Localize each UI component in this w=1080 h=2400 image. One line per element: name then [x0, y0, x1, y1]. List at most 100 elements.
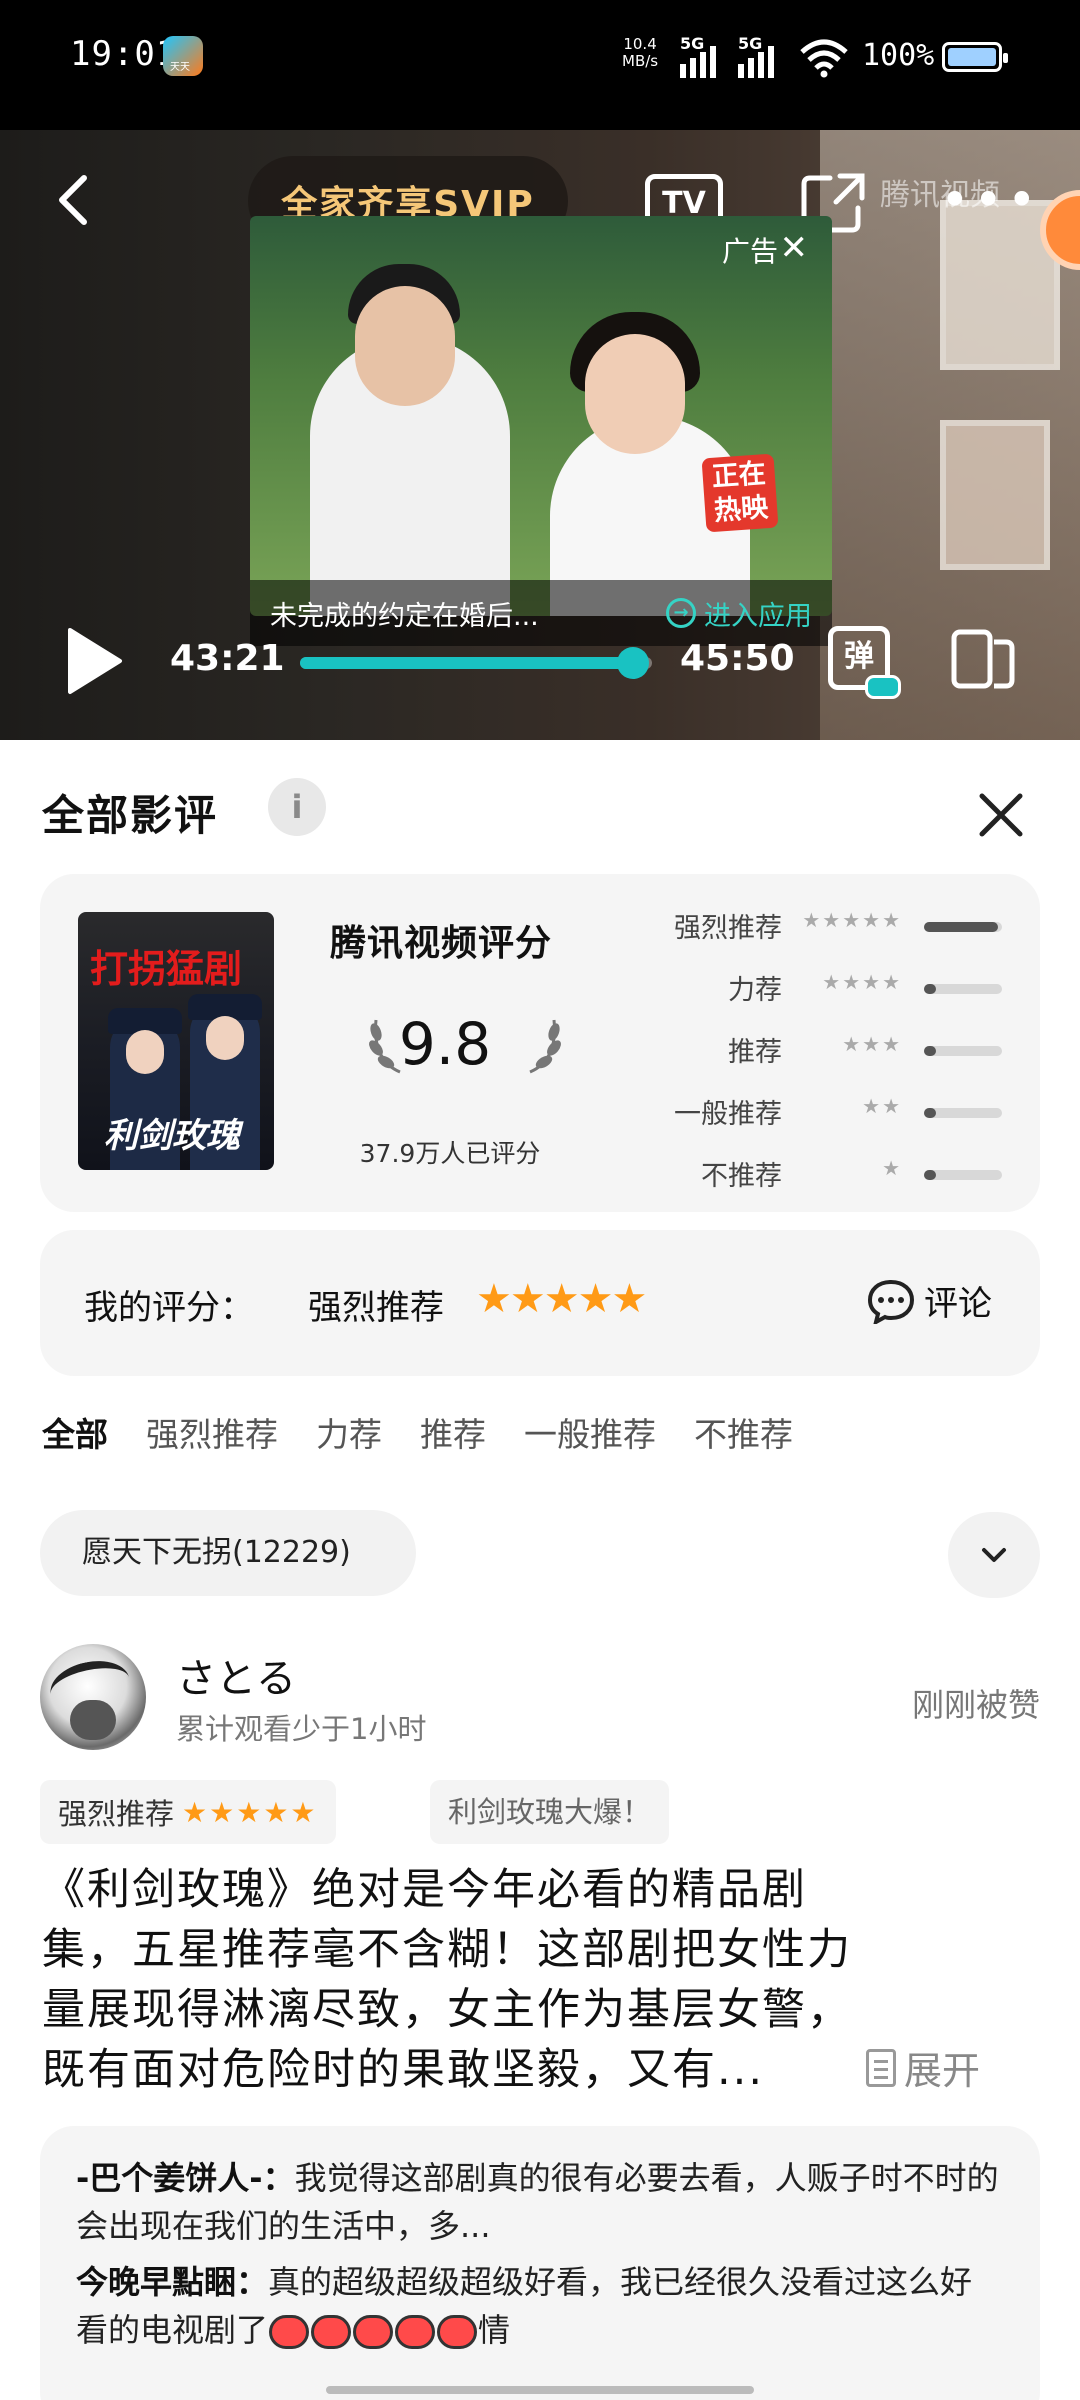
filter-tab-recommended[interactable]: 推荐: [420, 1408, 486, 1456]
emoji-icon: [353, 2315, 394, 2349]
distribution-bar: [924, 1170, 1002, 1180]
review-rating-stars: ★★★★★: [182, 1795, 318, 1829]
distribution-bar-fill: [924, 922, 999, 932]
show-poster[interactable]: 打拐猛剧 利剑玫瑰: [78, 912, 274, 1170]
review-liked-status: 刚刚被赞: [911, 1686, 1040, 1724]
distribution-stars: ★: [882, 1156, 902, 1180]
emoji-icon: [269, 2315, 310, 2349]
filter-tab-average[interactable]: 一般推荐: [524, 1408, 656, 1456]
laurel-right-icon: [529, 1019, 561, 1074]
emoji-icon: [437, 2315, 478, 2349]
distribution-label: 不推荐: [701, 1161, 782, 1192]
home-indicator[interactable]: [326, 2386, 754, 2394]
emoji-icon: [311, 2315, 352, 2349]
distribution-label: 力荐: [728, 975, 782, 1006]
status-time: 19:01: [70, 34, 178, 74]
progress-bar[interactable]: [300, 647, 652, 679]
danmaku-toggle[interactable]: 弹: [828, 626, 901, 699]
ad-label: 广告: [721, 235, 778, 268]
app-notification-badge: 天天: [170, 62, 190, 73]
filter-tab-strongly-recommended[interactable]: 力荐: [316, 1408, 382, 1456]
review-topic-tag[interactable]: 利剑玫瑰大爆！: [430, 1780, 670, 1844]
distribution-row: 推荐 ★★★: [660, 1018, 1030, 1080]
ad-caption-bar[interactable]: 未完成的约定在婚后... → 进入应用: [250, 580, 832, 646]
network-speed: 10.4 MB/s: [622, 36, 658, 70]
now-showing-badge-line2: 热映: [713, 492, 770, 527]
review-username[interactable]: さとる: [176, 1646, 296, 1704]
ad-enter-app-button[interactable]: → 进入应用: [666, 594, 812, 633]
emoji-icon: [395, 2315, 436, 2349]
signal-icon-2: 5G: [738, 34, 774, 78]
ad-person-left-head: [355, 286, 455, 406]
topic-tag-chip[interactable]: 愿天下无拐(12229): [40, 1510, 416, 1596]
distribution-bar-fill: [924, 1108, 936, 1118]
ad-caption: 未完成的约定在婚后...: [270, 600, 539, 632]
distribution-row: 强烈推荐 ★★★★★: [660, 894, 1030, 956]
reply-text-tail: 情: [478, 2311, 511, 2349]
reply-username[interactable]: -巴个姜饼人-: [76, 2159, 263, 2197]
enter-app-icon: →: [666, 598, 696, 628]
filter-tab-not-recommended[interactable]: 不推荐: [694, 1408, 793, 1456]
network-speed-value: 10.4: [623, 35, 657, 53]
reply-preview-box[interactable]: -巴个姜饼人-：我觉得这部剧真的很有必要去看，人贩子时不时的会出现在我们的生活中…: [40, 2126, 1040, 2400]
rating-title: 腾讯视频评分: [330, 923, 553, 964]
rating-distribution: 强烈推荐 ★★★★★ 力荐 ★★★★ 推荐 ★★★ 一般推荐 ★★ 不推荐 ★: [660, 894, 1030, 1204]
now-showing-badge-line1: 正在: [710, 458, 767, 493]
distribution-bar-fill: [924, 984, 936, 994]
total-time: 45:50: [680, 638, 795, 679]
distribution-row: 不推荐 ★: [660, 1142, 1030, 1204]
network-speed-unit: MB/s: [622, 52, 659, 70]
progress-fill: [300, 657, 633, 669]
reply-username[interactable]: 今晚早點睏: [76, 2263, 236, 2301]
back-arrow-icon[interactable]: [50, 170, 100, 230]
poster-title-top: 打拐猛剧: [90, 947, 243, 991]
reply-item: -巴个姜饼人-：我觉得这部剧真的很有必要去看，人贩子时不时的会出现在我们的生活中…: [76, 2154, 1004, 2250]
poster-face-left: [126, 1030, 164, 1074]
distribution-label: 推荐: [728, 1037, 782, 1068]
avatar[interactable]: [40, 1644, 146, 1750]
ad-enter-app-label: 进入应用: [704, 600, 812, 632]
ad-banner[interactable]: 广告 ✕ 正在 热映: [250, 216, 832, 616]
rating-score: 9.8: [398, 1010, 492, 1078]
video-player[interactable]: 全家齐享SVIP TV 腾讯视频 ••• 广告 ✕ 正在 热映 未完成的约定在婚…: [0, 130, 1080, 740]
filter-tabs: 全部 强烈推荐 力荐 推荐 一般推荐 不推荐: [42, 1408, 793, 1456]
reply-colon: ：: [236, 2263, 269, 2301]
distribution-bar: [924, 1108, 1002, 1118]
distribution-bar: [924, 1046, 1002, 1056]
sim2-label: 5G: [738, 34, 763, 53]
poster-title-bottom: 利剑玫瑰: [104, 1116, 240, 1156]
comment-button-label: 评论: [924, 1284, 992, 1324]
filter-tab-all[interactable]: 全部: [42, 1408, 108, 1456]
distribution-bar: [924, 922, 1002, 932]
info-icon[interactable]: i: [268, 778, 326, 836]
fullscreen-rotate-icon[interactable]: [950, 628, 1016, 690]
ad-close-area[interactable]: 广告: [722, 230, 778, 270]
sheet-title: 全部影评: [42, 791, 219, 840]
close-icon[interactable]: [976, 790, 1026, 840]
distribution-label: 强烈推荐: [674, 913, 782, 944]
my-rating-card[interactable]: 我的评分： 强烈推荐 ★★★★★ 评论: [40, 1230, 1040, 1376]
sim1-label: 5G: [680, 34, 705, 53]
app-notification-icon: 天天: [163, 36, 203, 76]
play-icon[interactable]: [64, 626, 124, 696]
reply-colon: ：: [262, 2159, 295, 2197]
progress-knob[interactable]: [616, 647, 649, 679]
ad-person-right-head: [585, 334, 685, 454]
battery-icon: [942, 42, 1008, 72]
expand-review-label: 展开: [904, 2049, 981, 2093]
battery-percent: 100%: [862, 38, 935, 73]
poster-face-right: [206, 1016, 244, 1060]
filter-tab-highly-recommended[interactable]: 强烈推荐: [146, 1408, 278, 1456]
comment-button[interactable]: 评论: [866, 1276, 992, 1325]
review-user-meta: 累计观看少于1小时: [176, 1712, 427, 1746]
my-rating-label: 我的评分：: [84, 1288, 254, 1328]
rating-summary-card: 打拐猛剧 利剑玫瑰 腾讯视频评分 9.8 37.9万人已评分 强烈推荐 ★★★★…: [40, 874, 1040, 1212]
ad-close-icon[interactable]: ✕: [780, 228, 809, 268]
my-rating-value: 强烈推荐: [308, 1288, 444, 1328]
rating-count: 37.9万人已评分: [359, 1139, 541, 1168]
expand-review-button[interactable]: 展开: [866, 2040, 980, 2095]
expand-tags-button[interactable]: [948, 1512, 1040, 1598]
distribution-row: 一般推荐 ★★: [660, 1080, 1030, 1142]
more-options-icon[interactable]: •••: [940, 175, 1040, 225]
my-rating-stars[interactable]: ★★★★★: [476, 1276, 647, 1322]
